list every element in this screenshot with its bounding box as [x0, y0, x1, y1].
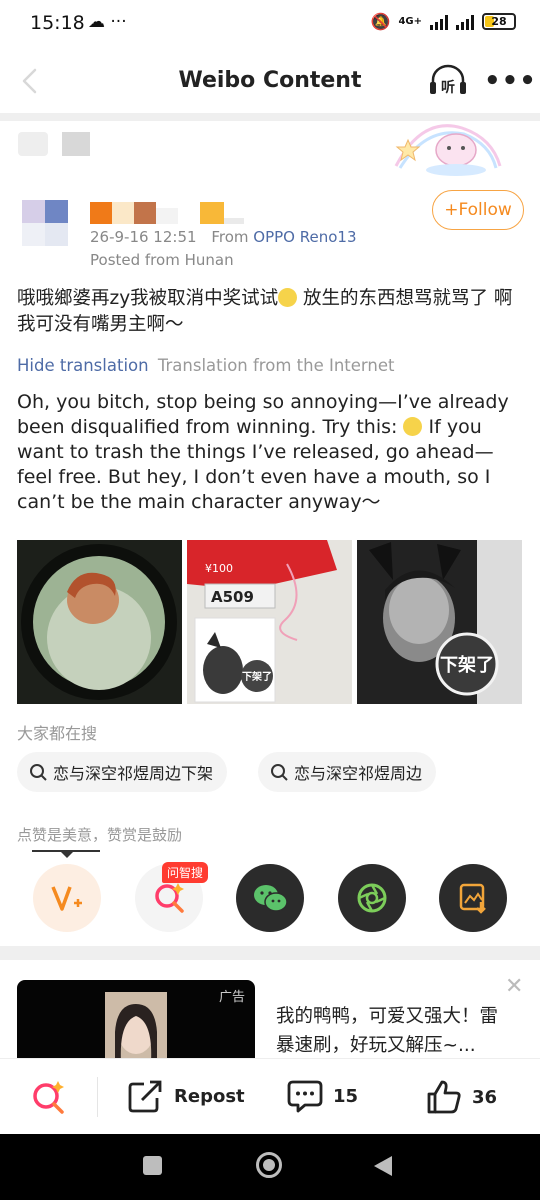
redacted-block	[18, 132, 48, 156]
ad-tag: 广告	[218, 990, 245, 1005]
wechat-icon	[254, 885, 288, 912]
bottom-action-bar: Repost 15 36	[0, 1058, 540, 1134]
ad-person-image	[105, 992, 167, 1060]
search-icon	[30, 764, 47, 781]
translation-source: Translation from the Internet	[157, 356, 395, 375]
listen-icon[interactable]: 听	[428, 64, 468, 98]
hide-translation-link[interactable]: Hide translation	[17, 356, 149, 375]
share-wechat-button[interactable]	[236, 864, 304, 932]
recent-apps-icon[interactable]	[143, 1156, 162, 1175]
top-nav-bar: Weibo Content 听 •••	[0, 48, 540, 114]
post-text-translated: Oh, you bitch, stop being so annoying—I’…	[17, 391, 509, 513]
tip-pointer	[60, 851, 74, 858]
repost-icon	[128, 1080, 162, 1113]
grin-emoji-icon	[278, 288, 298, 307]
post-text-original: 哦哦鄉婆再zy我被取消中奖试试 放生的东西想骂就骂了 啊 我可没有嘴男主啊～	[17, 288, 513, 335]
ad-image[interactable]: 广告	[17, 980, 255, 1060]
username-redacted[interactable]	[90, 202, 250, 228]
avatar[interactable]	[22, 200, 68, 246]
post-image-1[interactable]	[17, 540, 182, 704]
svg-text:A509: A509	[211, 588, 254, 606]
reward-v-icon	[51, 886, 82, 911]
like-reward-tip: 点赞是美意，赞赏是鼓励	[17, 826, 183, 844]
like-button[interactable]: 36	[426, 1079, 497, 1115]
ai-search-icon	[155, 883, 184, 913]
search-chip[interactable]: 恋与深空祁煜周边下架	[17, 752, 228, 792]
more-options-icon[interactable]: •••	[484, 66, 537, 96]
save-image-icon	[459, 883, 486, 914]
signal-icon	[430, 14, 448, 30]
svg-text:下架了: 下架了	[242, 670, 272, 683]
translation-bar: Hide translation Translation from the In…	[17, 356, 394, 375]
save-image-button[interactable]	[439, 864, 507, 932]
decorative-card-sticker	[394, 124, 502, 176]
thumbs-up-icon	[427, 1080, 461, 1114]
share-moments-button[interactable]	[338, 864, 406, 932]
comment-icon	[287, 1080, 323, 1113]
status-bar: 15:18 ☁ ··· 🔕 4G+ 28	[0, 0, 540, 48]
search-icon	[271, 764, 288, 781]
trending-search-heading: 大家都在搜	[17, 724, 98, 743]
reward-button[interactable]	[33, 864, 101, 932]
signal-icon-2	[456, 14, 474, 30]
follow-button[interactable]: +Follow	[432, 190, 524, 230]
post-location: Posted from Hunan	[90, 251, 234, 269]
search-chip[interactable]: 恋与深空祁煜周边	[258, 752, 437, 792]
redacted-block	[62, 132, 90, 156]
post-image-2[interactable]: ¥100 A509 下架了	[187, 540, 352, 704]
app-notification-icons: ☁ ···	[88, 12, 127, 32]
close-icon[interactable]: ✕	[505, 974, 523, 999]
system-nav-bar	[0, 1134, 540, 1200]
network-type: 4G+	[398, 16, 422, 27]
post-date-line: 26-9-16 12:51 From OPPO Reno13	[90, 228, 357, 246]
ai-search-badge: 问智搜	[162, 862, 209, 883]
section-divider	[0, 946, 540, 960]
post-date: 26-9-16 12:51	[90, 228, 197, 246]
bottom-divider	[97, 1077, 98, 1117]
status-right-icons: 🔕 4G+ 28	[371, 12, 516, 31]
moments-aperture-icon	[357, 883, 387, 913]
status-time: 15:18	[30, 12, 85, 34]
repost-button[interactable]: Repost	[128, 1079, 245, 1113]
comment-button[interactable]: 15	[287, 1079, 358, 1113]
back-icon[interactable]	[372, 1154, 394, 1178]
svg-text:听: 听	[441, 79, 455, 96]
home-icon[interactable]	[256, 1152, 282, 1178]
from-label: From	[211, 228, 249, 246]
post-image-3[interactable]: 下架了	[357, 540, 522, 704]
mute-icon: 🔕	[370, 12, 391, 31]
battery-icon: 28	[482, 13, 516, 30]
grin-emoji-icon	[403, 417, 423, 436]
svg-text:¥100: ¥100	[205, 562, 233, 575]
ad-text[interactable]: 我的鸭鸭，可爱又强大！雷暴速刷，好玩又解压~...	[276, 1002, 516, 1060]
device-link[interactable]: OPPO Reno13	[253, 228, 356, 246]
svg-text:下架了: 下架了	[440, 654, 494, 676]
ai-search-icon[interactable]	[30, 1079, 68, 1117]
